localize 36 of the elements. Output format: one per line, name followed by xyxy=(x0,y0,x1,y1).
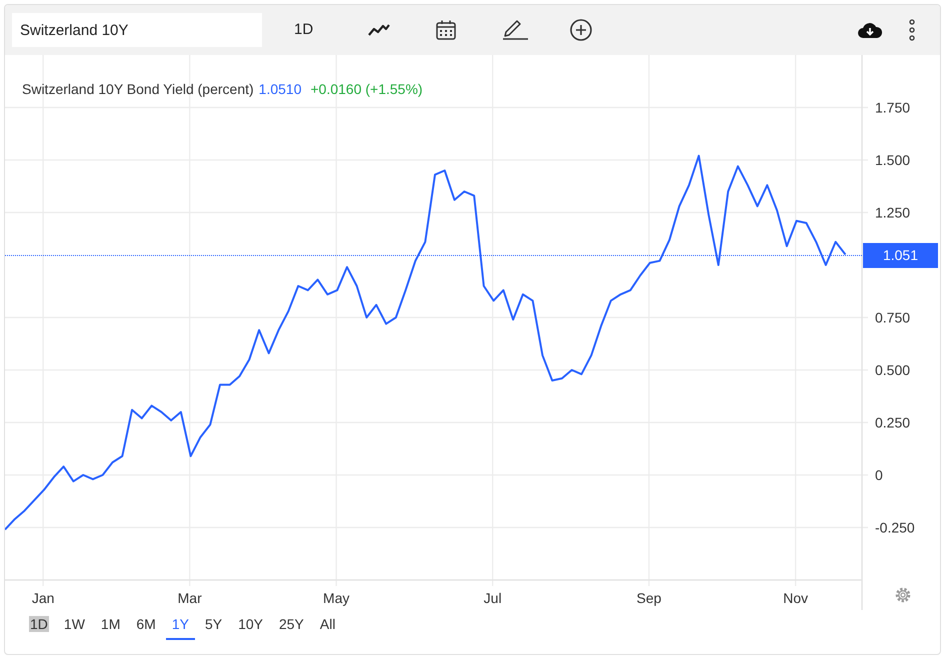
x-axis-label: Mar xyxy=(178,590,202,606)
x-axis-label: Jan xyxy=(32,590,54,606)
x-axis-label: Sep xyxy=(636,590,662,606)
y-axis-label: 0 xyxy=(875,467,883,483)
calendar-icon[interactable] xyxy=(435,19,458,41)
search-field[interactable]: Switzerland 10Y xyxy=(12,13,262,47)
more-icon[interactable] xyxy=(909,19,915,41)
line-chart-icon[interactable] xyxy=(367,23,392,37)
x-axis-label: Nov xyxy=(783,590,808,606)
range-tab[interactable]: All xyxy=(314,610,342,640)
y-axis-label: 1.500 xyxy=(875,152,910,168)
range-tab[interactable]: 5Y xyxy=(198,610,228,640)
range-tab[interactable]: 6M xyxy=(130,610,162,640)
legend-value: 1.0510 xyxy=(258,80,302,99)
interval-button[interactable]: 1D xyxy=(290,18,318,42)
legend-title: Switzerland 10Y Bond Yield (percent) xyxy=(22,80,254,99)
legend-change: +0.0160 (+1.55%) xyxy=(310,80,423,99)
y-axis-label: 0.500 xyxy=(875,362,910,378)
cloud-download-icon[interactable] xyxy=(857,21,883,39)
y-axis-label: 1.250 xyxy=(875,204,910,220)
x-axis-label: May xyxy=(323,590,350,606)
y-axis-label: -0.250 xyxy=(875,520,915,536)
price-tag: 1.051 xyxy=(863,243,938,268)
add-icon[interactable] xyxy=(569,18,594,42)
range-tab[interactable]: 10Y xyxy=(232,610,269,640)
range-tab[interactable]: 25Y xyxy=(272,610,310,640)
range-tab[interactable]: 1W xyxy=(58,610,91,640)
range-tab[interactable]: 1Y xyxy=(166,610,195,640)
x-axis-label: Jul xyxy=(484,590,502,606)
pencil-icon[interactable] xyxy=(501,19,530,41)
range-tab[interactable]: 1D xyxy=(24,610,54,640)
range-tab[interactable]: 1M xyxy=(94,610,126,640)
y-axis-label: 0.750 xyxy=(875,310,910,326)
settings-icon[interactable] xyxy=(894,586,912,604)
y-axis-label: 0.250 xyxy=(875,414,910,430)
y-axis-label: 1.750 xyxy=(875,100,910,116)
